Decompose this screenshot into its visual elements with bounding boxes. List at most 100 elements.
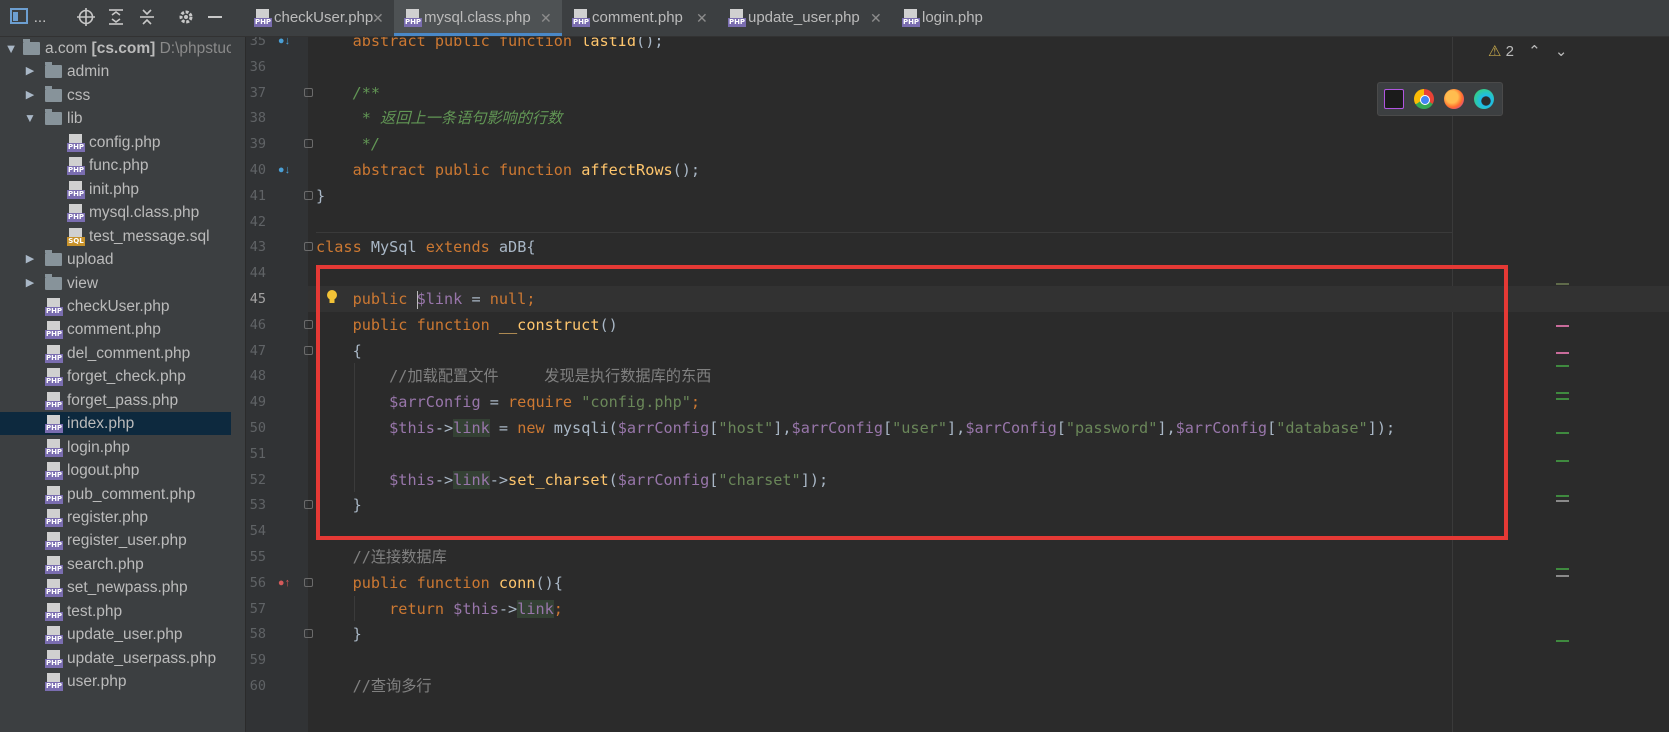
- project-label[interactable]: ...: [32, 8, 48, 28]
- tab-mysql-class-php[interactable]: PHP mysql.class.php ✕: [394, 0, 562, 36]
- tree-file[interactable]: PHP set_newpass.php: [0, 576, 231, 599]
- locate-icon[interactable]: [76, 8, 96, 28]
- chevron-down-icon[interactable]: ▼: [4, 37, 18, 60]
- tree-file[interactable]: PHP test.php: [0, 600, 231, 623]
- line-number: 36: [249, 58, 266, 75]
- code-token: affectRows: [581, 161, 673, 179]
- change-marker[interactable]: [1556, 392, 1569, 394]
- tree-folder[interactable]: ▼ lib: [0, 107, 231, 130]
- editor-scrollbar[interactable]: [1553, 37, 1569, 732]
- tree-file[interactable]: PHP index.php: [0, 412, 231, 436]
- minimize-icon[interactable]: [206, 8, 224, 28]
- chevron-up-icon[interactable]: ⌃: [1528, 43, 1541, 60]
- close-icon[interactable]: ✕: [540, 0, 552, 36]
- tree-file[interactable]: PHP register.php: [0, 506, 231, 529]
- edge-icon[interactable]: [1474, 89, 1494, 109]
- php-file-icon: PHP: [45, 297, 63, 316]
- chevron-right-icon[interactable]: ▶: [23, 272, 37, 295]
- sql-file-icon: SQL: [67, 227, 85, 246]
- change-marker[interactable]: [1556, 398, 1569, 400]
- code-token: conn: [498, 573, 536, 592]
- tree-folder[interactable]: ▶ admin: [0, 60, 231, 83]
- code-token: abstract: [352, 37, 435, 50]
- root-path: D:\phpstuc: [159, 40, 234, 57]
- tree-file[interactable]: PHP config.php: [0, 131, 231, 154]
- tree-file[interactable]: SQL test_message.sql: [0, 225, 231, 248]
- tree-file[interactable]: PHP update_userpass.php: [0, 647, 231, 670]
- gear-icon[interactable]: [176, 8, 196, 28]
- change-marker[interactable]: [1556, 432, 1569, 434]
- tree-item-label: user.php: [67, 673, 127, 691]
- tree-file[interactable]: PHP update_user.php: [0, 623, 231, 646]
- tree-item-label: css: [67, 86, 91, 104]
- implemented-icon[interactable]: ●↓: [276, 162, 292, 178]
- tree-file[interactable]: PHP init.php: [0, 178, 231, 201]
- tree-file[interactable]: PHP search.php: [0, 553, 231, 576]
- tree-file[interactable]: PHP register_user.php: [0, 529, 231, 552]
- change-marker[interactable]: [1556, 640, 1569, 642]
- phpstorm-icon[interactable]: [1384, 89, 1404, 109]
- change-marker[interactable]: [1556, 568, 1569, 570]
- tree-folder[interactable]: ▶ view: [0, 272, 231, 295]
- code-token: ();: [672, 161, 701, 179]
- change-marker[interactable]: [1556, 500, 1569, 502]
- tree-folder[interactable]: ▶ upload: [0, 248, 231, 271]
- code-token: ->: [498, 599, 518, 618]
- close-icon[interactable]: ✕: [372, 0, 384, 36]
- line-number: 57: [249, 600, 266, 617]
- code-token: ;: [553, 599, 563, 618]
- chrome-icon[interactable]: [1414, 89, 1434, 109]
- change-marker[interactable]: [1556, 325, 1569, 327]
- tab-update-user-php[interactable]: PHP update_user.php ✕: [718, 0, 892, 36]
- code-line: //查询多行: [316, 673, 432, 699]
- chevron-down-icon[interactable]: ▼: [23, 107, 37, 130]
- code-token: lastId: [581, 37, 637, 50]
- tree-file[interactable]: PHP login.php: [0, 436, 231, 459]
- change-marker[interactable]: [1556, 365, 1569, 367]
- code-line: /**: [316, 80, 380, 106]
- tab-login-php[interactable]: PHP login.php: [892, 0, 1056, 36]
- change-marker[interactable]: [1556, 575, 1569, 577]
- tree-file[interactable]: PHP pub_comment.php: [0, 483, 231, 506]
- php-file-icon: PHP: [45, 602, 63, 621]
- tree-file[interactable]: PHP forget_check.php: [0, 365, 231, 388]
- chevron-right-icon[interactable]: ▶: [23, 60, 37, 83]
- tab-comment-php[interactable]: PHP comment.php ✕: [562, 0, 718, 36]
- chevron-right-icon[interactable]: ▶: [23, 248, 37, 271]
- line-number: 52: [249, 471, 266, 488]
- collapse-all-icon[interactable]: [137, 8, 157, 28]
- tab-checkuser-php[interactable]: PHP checkUser.php ✕: [244, 0, 394, 36]
- line-number: 45: [249, 291, 266, 307]
- overrides-icon[interactable]: ●↑: [276, 575, 292, 591]
- tree-file[interactable]: PHP func.php: [0, 154, 231, 177]
- code-line: }: [316, 183, 325, 209]
- warning-count: 2: [1505, 43, 1514, 60]
- close-icon[interactable]: ✕: [696, 0, 708, 36]
- change-marker[interactable]: [1556, 460, 1569, 462]
- chevron-right-icon[interactable]: ▶: [23, 84, 37, 107]
- line-number: 53: [249, 497, 266, 514]
- tree-file[interactable]: PHP comment.php: [0, 318, 231, 341]
- php-file-icon: PHP: [45, 485, 63, 504]
- sidebar-scrollbar[interactable]: [231, 37, 246, 732]
- change-marker[interactable]: [1556, 283, 1569, 285]
- tree-file[interactable]: PHP logout.php: [0, 459, 231, 482]
- tree-file[interactable]: PHP mysql.class.php: [0, 201, 231, 224]
- tree-file[interactable]: PHP checkUser.php: [0, 295, 231, 318]
- change-marker[interactable]: [1556, 495, 1569, 497]
- tree-folder[interactable]: ▶ css: [0, 84, 231, 107]
- close-icon[interactable]: ✕: [870, 0, 882, 36]
- project-view-icon[interactable]: [10, 8, 28, 28]
- php-file-icon: PHP: [254, 9, 272, 27]
- tree-root[interactable]: ▼ a.com [cs.com] D:\phpstuc: [0, 37, 234, 60]
- tree-file[interactable]: PHP del_comment.php: [0, 342, 231, 365]
- tree-file[interactable]: PHP user.php: [0, 670, 231, 693]
- line-number: 60: [249, 678, 266, 694]
- change-marker[interactable]: [1556, 352, 1569, 354]
- line-number: 58: [249, 626, 266, 643]
- implemented-icon[interactable]: ●↓: [276, 37, 292, 49]
- expand-all-icon[interactable]: [106, 8, 126, 28]
- tab-label: checkUser.php: [274, 9, 374, 26]
- firefox-icon[interactable]: [1444, 89, 1464, 109]
- tree-file[interactable]: PHP forget_pass.php: [0, 389, 231, 412]
